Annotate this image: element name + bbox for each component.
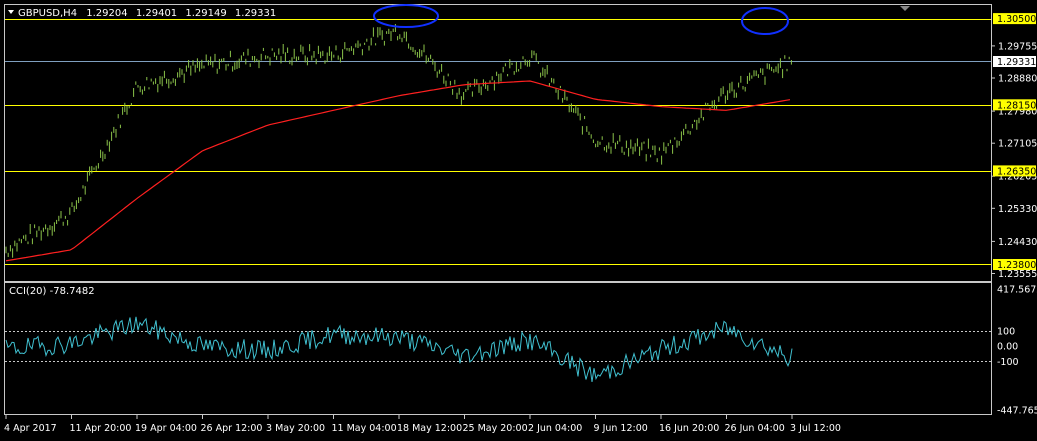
low-value: 1.29149: [185, 8, 226, 19]
level-label-text: 1.28150: [997, 100, 1036, 111]
time-tick-label: 2 Jun 04:00: [528, 423, 582, 434]
time-tick-label: 3 Jul 12:00: [790, 423, 841, 434]
horizontal-levels: [5, 19, 991, 265]
main-chart-frame: [4, 4, 992, 282]
price-tick-label: 1.28880: [998, 74, 1037, 85]
time-tick-label: 26 Jun 04:00: [725, 423, 785, 434]
time-tick-label: 26 Apr 12:00: [201, 423, 263, 434]
svg-text:GBPUSD,H4 1.29204 1.29: GBPUSD,H4 1.29204 1.29401 1.29149 1.2933…: [18, 8, 276, 19]
top-highlight-ellipse-2: [741, 7, 789, 35]
symbol-label: GBPUSD,H4: [18, 8, 77, 19]
time-tick-label: 4 Apr 2017: [4, 423, 57, 434]
current-price-label: 1.29331: [993, 56, 1036, 68]
price-axis: 1.297551.288801.279801.271051.262051.253…: [991, 41, 1037, 280]
time-tick-label: 19 Apr 04:00: [135, 423, 197, 434]
cci-levels: [5, 331, 991, 362]
time-tick-label: 16 Jun 20:00: [659, 423, 719, 434]
cci-frame: [4, 282, 992, 415]
open-value: 1.29204: [86, 8, 127, 19]
cci-header: CCI(20) -78.7482: [9, 286, 95, 297]
moving-average-line: [5, 80, 791, 262]
time-tick-label: 11 May 04:00: [332, 423, 397, 434]
cci-tick-label: 417.5672: [997, 285, 1037, 296]
cci-line: [5, 316, 793, 382]
time-tick-label: 18 May 12:00: [397, 423, 462, 434]
current-price-text: 1.29331: [997, 57, 1036, 68]
cci-tick-label: 0.00: [997, 342, 1018, 353]
top-highlight-ellipse-1: [373, 4, 439, 28]
close-value: 1.29331: [235, 8, 276, 19]
time-tick-label: 3 May 20:00: [266, 423, 325, 434]
time-axis: 4 Apr 2017 11 Apr 20:00 19 Apr 04:00 26 Apr…: [4, 415, 841, 434]
cci-tick-label: 100: [997, 327, 1015, 338]
price-bars: [5, 24, 792, 258]
chart-canvas[interactable]: GBPUSD,H4 1.29204 1.29401 1.29149 1.2933…: [0, 0, 1037, 441]
time-tick-label: 11 Apr 20:00: [70, 423, 132, 434]
chart-menu-triangle-icon[interactable]: [8, 10, 14, 14]
cci-tick-label: -447.7658: [997, 406, 1037, 417]
level-label-text: 1.30500: [997, 14, 1036, 25]
high-value: 1.29401: [136, 8, 177, 19]
price-tick-label: 1.24430: [998, 237, 1037, 248]
time-tick-label: 9 Jun 12:00: [594, 423, 648, 434]
level-label-text: 1.23800: [997, 260, 1036, 271]
cci-tick-label: -100: [997, 357, 1019, 368]
price-tick-label: 1.25330: [998, 204, 1037, 215]
price-tick-label: 1.29755: [998, 41, 1037, 52]
cci-axis: 417.5672 100 0.00 -100 -447.7658: [997, 285, 1037, 417]
chart-shift-marker-icon: [900, 6, 910, 11]
time-tick-label: 25 May 20:00: [463, 423, 528, 434]
level-label-text: 1.26350: [997, 166, 1036, 177]
price-tick-label: 1.27105: [998, 139, 1037, 150]
